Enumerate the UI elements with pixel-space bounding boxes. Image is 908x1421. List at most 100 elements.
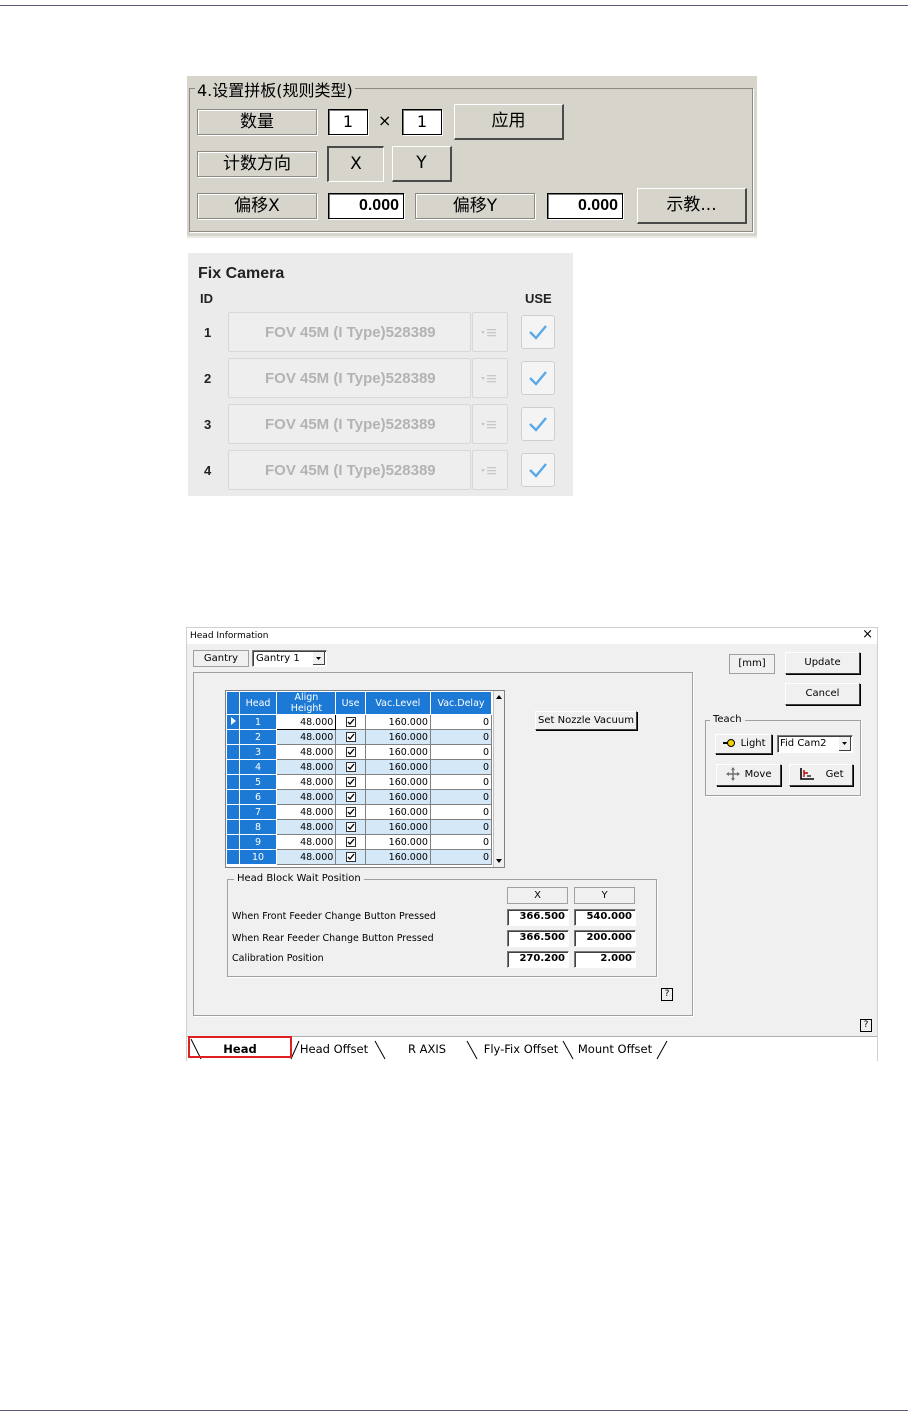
vac-delay-cell[interactable]: 0 bbox=[429, 834, 493, 850]
rear-feeder-x-input[interactable]: 366.500 bbox=[507, 930, 569, 947]
front-feeder-x-input[interactable]: 366.500 bbox=[507, 909, 569, 926]
update-button[interactable]: Update bbox=[785, 652, 860, 674]
use-checkbox[interactable] bbox=[521, 361, 555, 395]
align-height-cell[interactable]: 48.000 bbox=[276, 804, 337, 820]
use-cell[interactable] bbox=[335, 729, 366, 745]
vac-level-cell[interactable]: 160.000 bbox=[364, 819, 431, 835]
row-selector[interactable] bbox=[226, 819, 240, 835]
row-selector[interactable] bbox=[226, 849, 240, 865]
offset-x-input[interactable]: 0.000 bbox=[328, 193, 404, 219]
vac-delay-cell[interactable]: 0 bbox=[429, 759, 493, 775]
align-height-cell[interactable]: 48.000 bbox=[276, 774, 337, 790]
use-checkbox[interactable] bbox=[345, 762, 356, 772]
row-selector[interactable] bbox=[226, 789, 240, 805]
set-nozzle-vacuum-button[interactable]: Set Nozzle Vacuum bbox=[535, 711, 637, 730]
vac-level-cell[interactable]: 160.000 bbox=[364, 789, 431, 805]
vac-delay-cell[interactable]: 0 bbox=[429, 804, 493, 820]
camera-select[interactable]: FOV 45M (I Type)528389 bbox=[228, 450, 471, 490]
table-row[interactable]: 1 48.000 160.000 0 bbox=[226, 714, 493, 730]
align-height-cell[interactable]: 48.000 bbox=[276, 744, 337, 760]
use-cell[interactable] bbox=[335, 834, 366, 850]
vac-level-cell[interactable]: 160.000 bbox=[364, 849, 431, 865]
vac-delay-cell[interactable]: 0 bbox=[429, 729, 493, 745]
camera-select[interactable]: FOV 45M (I Type)528389 bbox=[228, 404, 471, 444]
help-button[interactable]: ? bbox=[661, 988, 673, 1001]
row-selector[interactable] bbox=[226, 729, 240, 745]
align-height-cell[interactable]: 48.000 bbox=[276, 819, 337, 835]
use-checkbox[interactable] bbox=[345, 732, 356, 742]
use-checkbox[interactable] bbox=[345, 807, 356, 817]
vac-delay-cell[interactable]: 0 bbox=[429, 849, 493, 865]
move-button[interactable]: Move bbox=[716, 764, 781, 786]
table-row[interactable]: 5 48.000 160.000 0 bbox=[226, 774, 493, 790]
row-selector[interactable] bbox=[226, 744, 240, 760]
table-row[interactable]: 10 48.000 160.000 0 bbox=[226, 849, 493, 865]
align-height-cell[interactable]: 48.000 bbox=[276, 714, 337, 730]
direction-x-button[interactable]: X bbox=[327, 146, 384, 182]
vac-level-cell[interactable]: 160.000 bbox=[364, 804, 431, 820]
vac-delay-cell[interactable]: 0 bbox=[429, 774, 493, 790]
dropdown-list-icon[interactable] bbox=[472, 450, 508, 490]
table-row[interactable]: 6 48.000 160.000 0 bbox=[226, 789, 493, 805]
offset-y-input[interactable]: 0.000 bbox=[547, 193, 623, 219]
vac-level-cell[interactable]: 160.000 bbox=[364, 744, 431, 760]
chevron-down-icon[interactable] bbox=[839, 737, 851, 751]
use-checkbox[interactable] bbox=[521, 453, 555, 487]
quantity-x-input[interactable]: 1 bbox=[328, 109, 368, 135]
dropdown-list-icon[interactable] bbox=[472, 404, 508, 444]
use-checkbox[interactable] bbox=[521, 407, 555, 441]
use-cell[interactable] bbox=[335, 714, 366, 730]
vac-level-cell[interactable]: 160.000 bbox=[364, 714, 431, 730]
dropdown-list-icon[interactable] bbox=[472, 358, 508, 398]
tab-fly-fix-offset[interactable]: Fly-Fix Offset bbox=[477, 1039, 565, 1059]
align-height-cell[interactable]: 48.000 bbox=[276, 789, 337, 805]
teach-camera-select[interactable]: Fid Cam2 bbox=[777, 735, 853, 753]
vac-level-cell[interactable]: 160.000 bbox=[364, 774, 431, 790]
vac-delay-cell[interactable]: 0 bbox=[429, 819, 493, 835]
get-button[interactable]: Get bbox=[789, 764, 853, 786]
row-selector[interactable] bbox=[226, 714, 240, 730]
align-height-cell[interactable]: 48.000 bbox=[276, 759, 337, 775]
use-checkbox[interactable] bbox=[521, 315, 555, 349]
row-selector[interactable] bbox=[226, 774, 240, 790]
table-row[interactable]: 8 48.000 160.000 0 bbox=[226, 819, 493, 835]
direction-y-button[interactable]: Y bbox=[392, 146, 452, 182]
camera-select[interactable]: FOV 45M (I Type)528389 bbox=[228, 312, 471, 352]
align-height-cell[interactable]: 48.000 bbox=[276, 849, 337, 865]
close-icon[interactable]: × bbox=[862, 627, 873, 643]
use-cell[interactable] bbox=[335, 804, 366, 820]
vac-delay-cell[interactable]: 0 bbox=[429, 714, 493, 730]
calibration-y-input[interactable]: 2.000 bbox=[574, 951, 636, 968]
vac-delay-cell[interactable]: 0 bbox=[429, 744, 493, 760]
apply-button[interactable]: 应用 bbox=[454, 104, 564, 140]
use-cell[interactable] bbox=[335, 789, 366, 805]
gantry-select[interactable]: Gantry 1 bbox=[252, 650, 327, 667]
tab-r-axis[interactable]: R AXIS bbox=[387, 1039, 467, 1059]
dropdown-list-icon[interactable] bbox=[472, 312, 508, 352]
chevron-down-icon[interactable] bbox=[313, 652, 325, 665]
tab-mount-offset[interactable]: Mount Offset bbox=[573, 1039, 657, 1059]
align-height-cell[interactable]: 48.000 bbox=[276, 834, 337, 850]
row-selector[interactable] bbox=[226, 759, 240, 775]
table-row[interactable]: 7 48.000 160.000 0 bbox=[226, 804, 493, 820]
table-row[interactable]: 9 48.000 160.000 0 bbox=[226, 834, 493, 850]
table-row[interactable]: 3 48.000 160.000 0 bbox=[226, 744, 493, 760]
use-checkbox[interactable] bbox=[345, 792, 356, 802]
teach-button[interactable]: 示教... bbox=[637, 188, 747, 224]
use-checkbox[interactable] bbox=[345, 777, 356, 787]
tab-head-offset[interactable]: Head Offset bbox=[295, 1039, 373, 1059]
table-row[interactable]: 4 48.000 160.000 0 bbox=[226, 759, 493, 775]
use-checkbox[interactable] bbox=[345, 747, 356, 757]
cancel-button[interactable]: Cancel bbox=[785, 683, 860, 705]
quantity-y-input[interactable]: 1 bbox=[402, 109, 442, 135]
vac-level-cell[interactable]: 160.000 bbox=[364, 729, 431, 745]
table-row[interactable]: 2 48.000 160.000 0 bbox=[226, 729, 493, 745]
use-checkbox[interactable] bbox=[345, 837, 356, 847]
use-checkbox[interactable] bbox=[345, 717, 356, 727]
vac-level-cell[interactable]: 160.000 bbox=[364, 834, 431, 850]
row-selector[interactable] bbox=[226, 804, 240, 820]
use-cell[interactable] bbox=[335, 819, 366, 835]
grid-scrollbar[interactable] bbox=[493, 691, 504, 867]
use-checkbox[interactable] bbox=[345, 822, 356, 832]
use-cell[interactable] bbox=[335, 744, 366, 760]
